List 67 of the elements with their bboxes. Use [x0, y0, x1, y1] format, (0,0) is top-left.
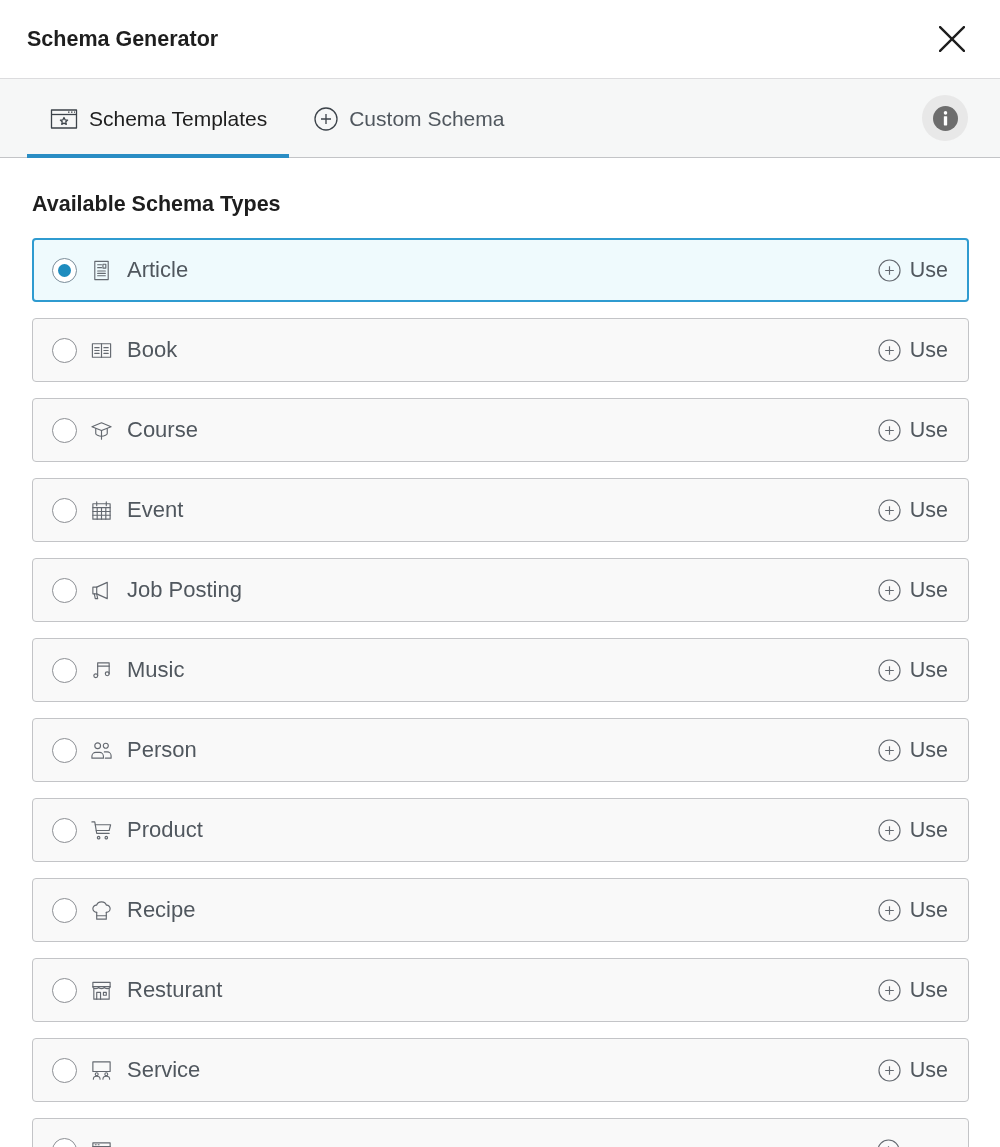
radio-button[interactable]	[52, 577, 77, 603]
schema-type-card[interactable]: Event Use	[32, 478, 969, 542]
schema-type-card[interactable]: Book Use	[32, 318, 969, 382]
plus-circle-icon	[877, 1058, 901, 1082]
plus-circle-icon	[877, 418, 901, 442]
use-button[interactable]: Use	[877, 897, 948, 923]
use-button[interactable]: Use	[877, 1057, 948, 1083]
schema-type-card[interactable]: Person Use	[32, 718, 969, 782]
use-button[interactable]: Use	[877, 657, 948, 683]
radio-button[interactable]	[52, 417, 77, 443]
plus-circle-icon	[877, 338, 901, 362]
info-icon	[932, 105, 958, 131]
schema-type-label: Resturant	[127, 977, 223, 1003]
plus-circle-icon	[877, 738, 901, 762]
radio-button[interactable]	[52, 1057, 77, 1083]
use-button[interactable]: Use	[877, 817, 948, 843]
radio-button[interactable]	[52, 257, 77, 283]
schema-type-label: Recipe	[127, 897, 196, 923]
close-icon[interactable]	[939, 26, 965, 52]
schema-type-card[interactable]: Course Use	[32, 398, 969, 462]
schema-type-label: Article	[127, 257, 189, 283]
schema-type-label: Book	[127, 337, 178, 363]
radio-button[interactable]	[52, 737, 77, 763]
schema-type-card[interactable]: Product Use	[32, 798, 969, 862]
schema-type-label: Event	[127, 497, 184, 523]
calendar-icon	[90, 498, 113, 522]
radio-button[interactable]	[52, 897, 77, 923]
schema-type-card[interactable]: Recipe Use	[32, 878, 969, 942]
tab[interactable]: Custom Schema	[289, 79, 527, 158]
schema-type-label: Music	[127, 657, 185, 683]
radio-button[interactable]	[52, 977, 77, 1003]
radio-button[interactable]	[52, 817, 77, 843]
schema-type-card[interactable]: Resturant Use	[32, 958, 969, 1022]
plus-circle-icon	[877, 578, 901, 602]
radio-button[interactable]	[52, 497, 77, 523]
use-button[interactable]: Use	[877, 337, 948, 363]
chef-hat-icon	[90, 898, 113, 922]
schema-type-label: Person	[127, 737, 197, 763]
radio-button[interactable]	[52, 657, 77, 683]
schema-type-card[interactable]: Music Use	[32, 638, 969, 702]
use-button[interactable]: Use	[877, 577, 948, 603]
radio-button[interactable]	[52, 337, 77, 363]
window-title: Schema Generator	[27, 26, 219, 52]
plus-circle-icon	[877, 978, 901, 1002]
use-button[interactable]: Use	[877, 737, 948, 763]
plus-circle-icon	[877, 658, 901, 682]
schema-type-card[interactable]: Article Use	[32, 238, 969, 302]
plus-circle-icon	[877, 498, 901, 522]
plus-circle-icon	[314, 106, 339, 131]
plus-circle-icon	[877, 898, 901, 922]
use-button[interactable]: Use	[877, 257, 948, 283]
use-button[interactable]: Use	[877, 417, 948, 443]
schema-type-label: Service	[127, 1057, 201, 1083]
schema-type-label: Course	[127, 417, 198, 443]
schema-type-card[interactable]: Job Posting Use	[32, 558, 969, 622]
use-button[interactable]: Use	[877, 497, 948, 523]
schema-type-label: Job Posting	[127, 577, 242, 603]
plus-circle-icon	[877, 258, 901, 282]
schema-type-card[interactable]: Service Use	[32, 1038, 969, 1102]
section-heading: Available Schema Types	[32, 192, 282, 216]
presentation-icon	[90, 1058, 113, 1082]
cart-icon	[90, 818, 113, 842]
plus-circle-icon	[877, 818, 901, 842]
info-button[interactable]	[922, 95, 968, 141]
use-button[interactable]: Use	[877, 977, 948, 1003]
schema-type-label: Product	[127, 817, 203, 843]
tab[interactable]: Schema Templates	[27, 79, 290, 158]
